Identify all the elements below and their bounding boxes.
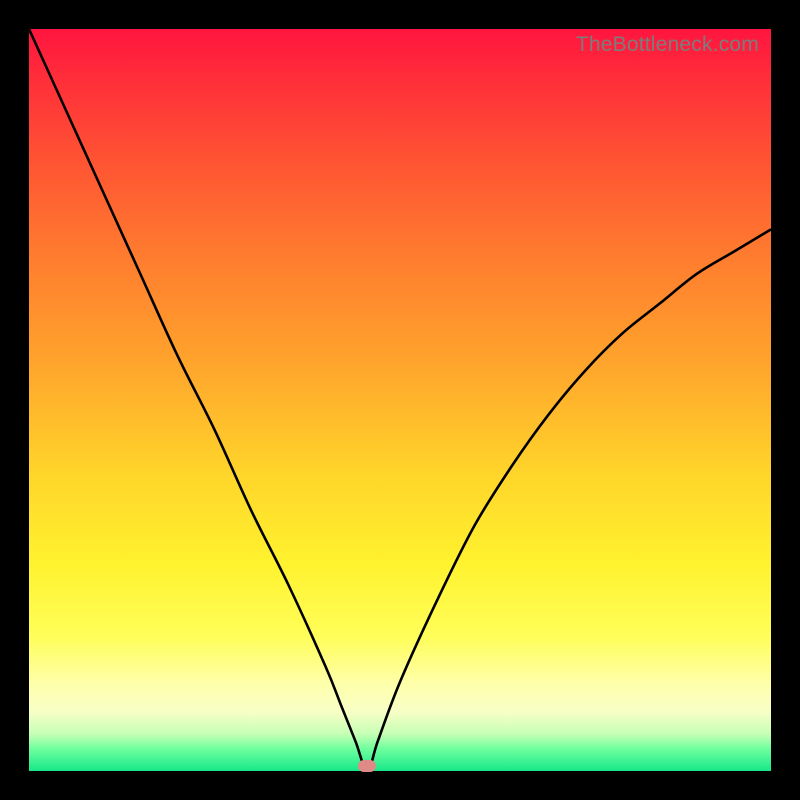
bottleneck-curve xyxy=(29,29,771,771)
minimum-marker xyxy=(358,760,376,772)
chart-frame: TheBottleneck.com xyxy=(0,0,800,800)
plot-area: TheBottleneck.com xyxy=(29,29,771,771)
